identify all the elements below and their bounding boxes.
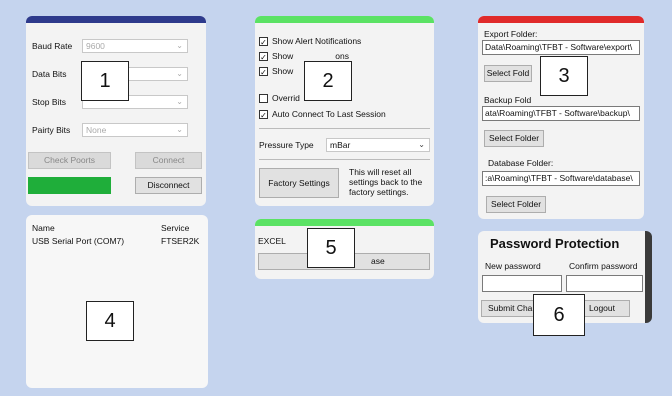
show-alert-notifications-checkbox[interactable]: ✓ Show Alert Notifications: [259, 36, 362, 47]
general-settings-panel: ✓ Show Alert Notifications ✓ Show ons ✓ Show…: [255, 16, 434, 206]
database-folder-label: Database Folder:: [488, 158, 554, 168]
callout-2: 2: [304, 61, 352, 101]
export-format-value: EXCEL: [258, 236, 286, 246]
checkbox-label: Auto Connect To Last Session: [272, 109, 386, 119]
checkmark-icon: ✓: [259, 109, 268, 120]
port-service-cell: FTSER2K: [161, 236, 200, 246]
baud-rate-label: Baud Rate: [32, 41, 73, 51]
checkmark-icon: ✓: [259, 51, 268, 62]
backup-folder-path[interactable]: ata\Roaming\TFBT - Software\backup\: [482, 106, 640, 121]
confirm-password-field[interactable]: [566, 275, 643, 292]
connect-button[interactable]: Connect: [135, 152, 202, 169]
checkbox-label: Overrid: [272, 93, 300, 103]
chevron-down-icon: ⌄: [176, 41, 183, 50]
folder-settings-panel: Export Folder: Data\Roaming\TFBT - Softw…: [478, 16, 644, 219]
callout-3: 3: [540, 56, 588, 96]
callout-5: 5: [307, 228, 355, 268]
chevron-down-icon: ⌄: [176, 125, 183, 134]
panel-accent-bar: [255, 219, 434, 226]
export-folder-label: Export Folder:: [484, 29, 538, 39]
panel-accent-bar: [478, 16, 644, 23]
chevron-down-icon: ⌄: [176, 69, 183, 78]
export-select-folder-button[interactable]: Select Fold: [484, 65, 532, 82]
callout-4: 4: [86, 301, 134, 341]
password-title: Password Protection: [490, 236, 620, 251]
data-bits-label: Data Bits: [32, 69, 67, 79]
database-folder-path[interactable]: :a\Roaming\TFBT - Software\database\: [482, 171, 640, 186]
backup-folder-label: Backup Fold: [484, 95, 532, 105]
baud-rate-value: 9600: [86, 41, 105, 51]
stop-bits-label: Stop Bits: [32, 97, 67, 107]
panel-accent-bar: [255, 16, 434, 23]
factory-settings-note: This will reset all settings back to the…: [349, 167, 423, 197]
callout-1: 1: [81, 61, 129, 101]
parity-value: None: [86, 125, 107, 135]
confirm-password-label: Confirm password: [569, 261, 638, 271]
checkbox-label-suffix: ons: [335, 51, 349, 61]
serial-settings-panel: Baud Rate 9600 ⌄ Data Bits ⌄ Stop Bits ⌄…: [26, 16, 206, 206]
auto-connect-checkbox[interactable]: ✓ Auto Connect To Last Session: [259, 109, 386, 120]
new-password-label: New password: [485, 261, 541, 271]
pressure-type-select[interactable]: mBar ⌄: [326, 138, 430, 152]
pressure-type-value: mBar: [330, 140, 351, 150]
checkmark-icon: ✓: [259, 36, 268, 47]
checkmark-icon: ✓: [259, 66, 268, 77]
baud-rate-select[interactable]: 9600 ⌄: [82, 39, 188, 53]
factory-settings-button[interactable]: Factory Settings: [259, 168, 339, 198]
chevron-down-icon: ⌄: [418, 140, 425, 149]
export-button-label: ase: [371, 256, 385, 266]
column-header-service: Service: [161, 223, 190, 233]
pressure-type-label: Pressure Type: [259, 140, 314, 150]
divider: [259, 159, 430, 160]
new-password-field[interactable]: [482, 275, 562, 292]
chevron-down-icon: ⌄: [176, 97, 183, 106]
parity-bits-select[interactable]: None ⌄: [82, 123, 188, 137]
checkbox-label: Show Alert Notifications: [272, 36, 362, 46]
checkbox-label: Show: [272, 51, 294, 61]
callout-6: 6: [533, 294, 585, 336]
disconnect-button[interactable]: Disconnect: [135, 177, 202, 194]
database-select-folder-button[interactable]: Select Folder: [486, 196, 546, 213]
check-ports-button[interactable]: Check Poorts: [28, 152, 111, 169]
parity-bits-label: Pairty Bits: [32, 125, 71, 135]
export-folder-path[interactable]: Data\Roaming\TFBT - Software\export\: [482, 40, 640, 55]
panel-accent-bar: [26, 16, 206, 23]
backup-select-folder-button[interactable]: Select Folder: [484, 130, 544, 147]
connection-status-indicator: [28, 177, 111, 194]
port-name-cell: USB Serial Port (COM7): [32, 236, 125, 246]
checkbox-label: Show: [272, 66, 294, 76]
show-option-2-checkbox[interactable]: ✓ Show ons: [259, 51, 349, 62]
divider: [259, 128, 430, 129]
column-header-name: Name: [32, 223, 55, 233]
